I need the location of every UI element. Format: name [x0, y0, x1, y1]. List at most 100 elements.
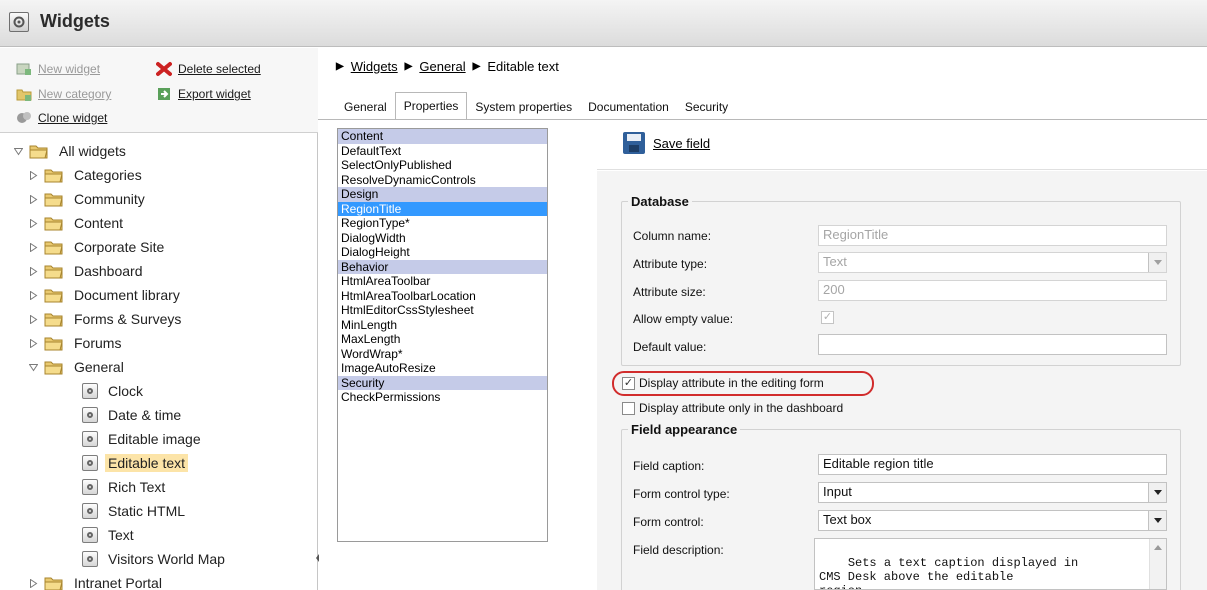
field-list-item[interactable]: CheckPermissions — [338, 390, 547, 405]
field-list-item[interactable]: MinLength — [338, 318, 547, 333]
form-control-type-label: Form control type: — [633, 487, 730, 501]
export-widget-button[interactable]: Export widget — [156, 85, 251, 103]
panel-splitter[interactable] — [314, 548, 322, 568]
collapsed-arrow-icon[interactable] — [29, 314, 38, 324]
folder-open-icon — [29, 144, 49, 159]
column-name-field[interactable]: RegionTitle — [818, 225, 1167, 246]
field-list-item[interactable]: HtmlAreaToolbar — [338, 274, 547, 289]
chevron-down-icon[interactable] — [1148, 253, 1166, 272]
tree-item-widget[interactable]: Static HTML — [82, 500, 185, 522]
tree-item-folder[interactable]: Community — [29, 188, 145, 210]
collapsed-arrow-icon[interactable] — [29, 218, 38, 228]
collapsed-arrow-icon[interactable] — [29, 194, 38, 204]
new-category-button[interactable]: New category — [16, 85, 111, 103]
expanded-arrow-icon[interactable] — [29, 363, 38, 372]
field-description-label: Field description: — [633, 543, 724, 557]
tree-item-folder[interactable]: Categories — [29, 164, 142, 186]
database-legend: Database — [631, 194, 689, 209]
tree-item-folder[interactable]: General — [29, 356, 124, 378]
tree-item-folder[interactable]: Dashboard — [29, 260, 143, 282]
field-list-item[interactable]: HtmlEditorCssStylesheet — [338, 303, 547, 318]
collapsed-arrow-icon[interactable] — [29, 266, 38, 276]
field-list-item[interactable]: RegionTitle — [338, 201, 547, 216]
scrollbar[interactable] — [1149, 539, 1166, 589]
form-control-select[interactable]: Text box — [818, 510, 1167, 531]
page-title: Widgets — [40, 11, 110, 31]
field-list-item[interactable]: RegionType* — [338, 216, 547, 231]
field-list-item[interactable]: ImageAutoResize — [338, 361, 547, 376]
tree-label: All widgets — [59, 143, 126, 159]
folder-icon — [44, 360, 64, 375]
folder-icon — [44, 312, 64, 327]
collapsed-arrow-icon[interactable] — [29, 338, 38, 348]
tree-item-widget[interactable]: Text — [82, 524, 134, 546]
chevron-down-icon[interactable] — [1148, 511, 1166, 530]
tab-properties[interactable]: Properties — [394, 92, 468, 120]
tree-label: Clock — [108, 383, 144, 399]
field-list-item[interactable]: HtmlAreaToolbarLocation — [338, 289, 547, 304]
display-in-dashboard-checkbox[interactable] — [622, 401, 635, 415]
save-field-button[interactable]: Save field — [623, 132, 710, 154]
collapsed-arrow-icon[interactable] — [29, 242, 38, 252]
delete-selected-button[interactable]: Delete selected — [156, 60, 261, 78]
chevron-right-icon: ▶ — [404, 61, 413, 72]
collapsed-arrow-icon[interactable] — [29, 290, 38, 300]
field-category: Behavior — [338, 259, 547, 274]
tree-item-folder[interactable]: Content — [29, 212, 123, 234]
collapsed-arrow-icon[interactable] — [29, 578, 38, 588]
tab-general[interactable]: General — [336, 95, 395, 119]
tab-security[interactable]: Security — [677, 95, 736, 119]
tree-item-folder[interactable]: Forums — [29, 332, 121, 354]
title-bar: Widgets — [0, 0, 1207, 47]
clone-icon — [16, 110, 32, 126]
attribute-size-field[interactable]: 200 — [818, 280, 1167, 301]
tree-item-widget[interactable]: Editable text — [82, 452, 189, 474]
breadcrumb-general[interactable]: General — [419, 59, 465, 74]
tab-documentation[interactable]: Documentation — [580, 95, 677, 119]
tree-item-widget[interactable]: Date & time — [82, 404, 181, 426]
field-list-item[interactable]: WordWrap* — [338, 347, 547, 362]
tree-item-folder[interactable]: Forms & Surveys — [29, 308, 181, 330]
tree-root[interactable]: All widgets — [14, 140, 126, 162]
tree-label: Content — [74, 215, 124, 231]
tree-item-widget[interactable]: Editable image — [82, 428, 201, 450]
expanded-arrow-icon[interactable] — [14, 147, 23, 156]
tree-item-folder[interactable]: Corporate Site — [29, 236, 164, 258]
field-list-item[interactable]: ResolveDynamicControls — [338, 173, 547, 188]
tree-item-widget[interactable]: Clock — [82, 380, 143, 402]
tab-system-properties[interactable]: System properties — [467, 95, 580, 119]
field-list-item[interactable]: MaxLength — [338, 332, 547, 347]
new-category-icon — [16, 86, 32, 102]
field-list-item[interactable]: SelectOnlyPublished — [338, 158, 547, 173]
chevron-down-icon[interactable] — [1148, 483, 1166, 502]
tree-item-folder[interactable]: Document library — [29, 284, 180, 306]
tree-label: Static HTML — [108, 503, 186, 519]
field-list-item[interactable]: DialogHeight — [338, 245, 547, 260]
attribute-type-select[interactable]: Text — [818, 252, 1167, 273]
new-widget-button[interactable]: New widget — [16, 60, 100, 78]
field-caption-input[interactable]: Editable region title — [818, 454, 1167, 475]
folder-icon — [44, 168, 64, 183]
field-list-item[interactable]: DefaultText — [338, 144, 547, 159]
allow-empty-checkbox[interactable]: ✓ — [821, 311, 834, 324]
field-list-item[interactable]: DialogWidth — [338, 231, 547, 246]
tree-label: General — [74, 359, 124, 375]
form-control-type-select[interactable]: Input — [818, 482, 1167, 503]
allow-empty-label: Allow empty value: — [633, 312, 734, 326]
clone-widget-button[interactable]: Clone widget — [16, 109, 107, 127]
display-in-dashboard-option[interactable]: Display attribute only in the dashboard — [622, 401, 843, 415]
tree-item-widget[interactable]: Visitors World Map — [82, 548, 225, 570]
field-description-textarea[interactable]: Sets a text caption displayed in CMS Des… — [814, 538, 1167, 590]
tree-label: Intranet Portal — [74, 575, 162, 590]
default-value-field[interactable] — [818, 334, 1167, 355]
tree-label: Editable text — [105, 454, 189, 472]
tree-item-widget[interactable]: Rich Text — [82, 476, 165, 498]
form-control-value: Text box — [823, 512, 872, 527]
collapsed-arrow-icon[interactable] — [29, 170, 38, 180]
field-description-text: Sets a text caption displayed in CMS Des… — [819, 556, 1079, 589]
tree-item-folder[interactable]: Intranet Portal — [29, 572, 162, 590]
tree-label: Forms & Surveys — [74, 311, 182, 327]
breadcrumb-widgets[interactable]: Widgets — [351, 59, 398, 74]
highlight-annotation — [612, 371, 874, 396]
field-list[interactable]: Content DefaultText SelectOnlyPublished Res… — [337, 128, 548, 542]
